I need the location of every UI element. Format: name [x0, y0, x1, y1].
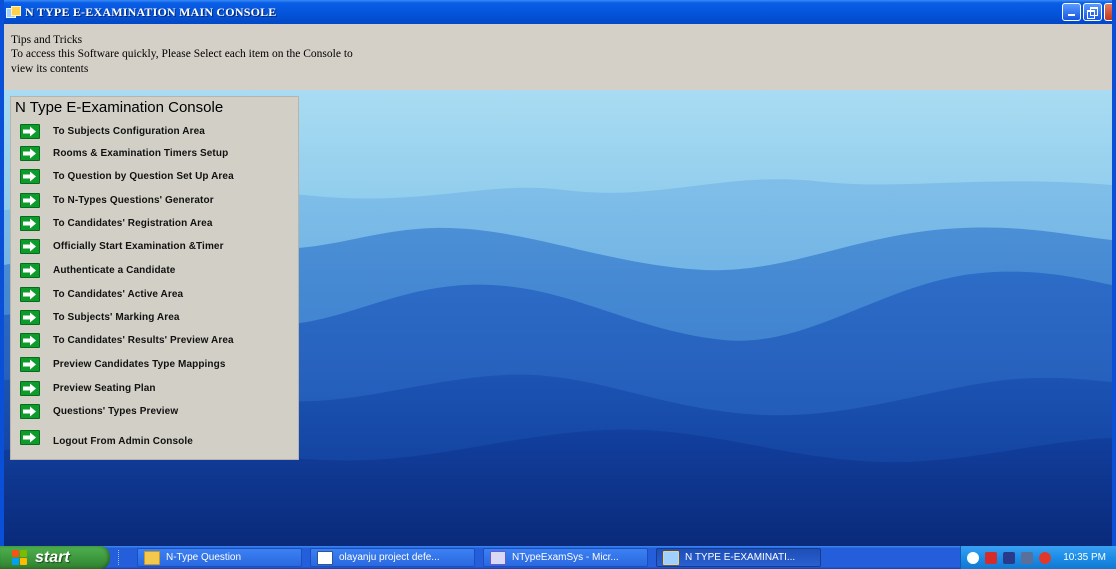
- minimize-button[interactable]: [1062, 3, 1081, 21]
- arrow-right-icon: [20, 215, 40, 231]
- taskbar-item-ntype-question-folder[interactable]: N-Type Question: [137, 548, 302, 567]
- menu-item-type-mappings-preview[interactable]: Preview Candidates Type Mappings: [20, 354, 226, 374]
- menu-item-label: To N-Types Questions' Generator: [53, 194, 214, 206]
- taskbar-item-label: NTypeExamSys - Micr...: [512, 552, 619, 563]
- arrow-right-icon: [20, 403, 40, 419]
- menu-item-label: To Candidates' Results' Preview Area: [53, 334, 234, 346]
- quicklaunch-separator: [118, 550, 122, 565]
- arrow-right-icon: [20, 429, 40, 445]
- app-window-icon: [6, 6, 21, 18]
- menu-item-label: To Candidates' Active Area: [53, 288, 184, 300]
- window-titlebar[interactable]: N TYPE E-EXAMINATION MAIN CONSOLE: [4, 0, 1112, 24]
- taskbar-item-ntype-console[interactable]: N TYPE E-EXAMINATI...: [656, 548, 821, 567]
- menu-item-candidates-registration[interactable]: To Candidates' Registration Area: [20, 213, 213, 233]
- menu-item-label: Logout From Admin Console: [53, 435, 193, 447]
- arrow-right-icon: [20, 380, 40, 396]
- menu-item-start-examination[interactable]: Officially Start Examination &Timer: [20, 236, 224, 256]
- close-button[interactable]: [1104, 3, 1112, 21]
- keyboard-language-icon[interactable]: [1003, 551, 1015, 564]
- menu-item-results-preview[interactable]: To Candidates' Results' Preview Area: [20, 330, 234, 350]
- arrow-right-icon: [20, 192, 40, 208]
- windows-flag-icon: [12, 549, 28, 566]
- menu-item-label: Rooms & Examination Timers Setup: [53, 147, 229, 159]
- menu-item-subjects-marking[interactable]: To Subjects' Marking Area: [20, 307, 180, 327]
- menu-item-label: Authenticate a Candidate: [53, 264, 176, 276]
- taskbar-item-word-document[interactable]: olayanju project defe...: [310, 548, 475, 567]
- taskbar-item-visual-studio[interactable]: NTypeExamSys - Micr...: [483, 548, 648, 567]
- tips-text-line1: To access this Software quickly, Please …: [11, 48, 353, 60]
- tips-heading: Tips and Tricks: [11, 34, 83, 46]
- taskbar: start N-Type Question olayanju project d…: [0, 546, 1116, 569]
- arrow-right-icon: [20, 145, 40, 161]
- show-hidden-icons-chevron-icon[interactable]: [967, 551, 979, 564]
- arrow-right-icon: [20, 262, 40, 278]
- menu-item-candidates-active-area[interactable]: To Candidates' Active Area: [20, 284, 183, 304]
- word-document-icon: [317, 550, 333, 565]
- menu-item-questions-generator[interactable]: To N-Types Questions' Generator: [20, 190, 214, 210]
- menu-item-authenticate-candidate[interactable]: Authenticate a Candidate: [20, 260, 175, 280]
- menu-item-rooms-timers-setup[interactable]: Rooms & Examination Timers Setup: [20, 143, 228, 163]
- menu-item-subjects-configuration[interactable]: To Subjects Configuration Area: [20, 121, 205, 141]
- tips-panel: Tips and Tricks To access this Software …: [4, 24, 1112, 90]
- folder-icon: [144, 550, 160, 565]
- taskbar-clock[interactable]: 10:35 PM: [1063, 552, 1106, 563]
- menu-item-question-types-preview[interactable]: Questions' Types Preview: [20, 401, 178, 421]
- menu-item-label: Preview Candidates Type Mappings: [53, 358, 226, 370]
- arrow-right-icon: [20, 286, 40, 302]
- antivirus-icon[interactable]: [985, 551, 997, 564]
- menu-item-label: To Question by Question Set Up Area: [53, 170, 234, 182]
- visual-studio-icon: [490, 550, 506, 565]
- taskbar-item-label: N-Type Question: [166, 552, 242, 563]
- arrow-right-icon: [20, 332, 40, 348]
- network-icon[interactable]: [1021, 551, 1033, 564]
- taskbar-item-label: olayanju project defe...: [339, 552, 440, 563]
- menu-item-label: Preview Seating Plan: [53, 382, 156, 394]
- arrow-right-icon: [20, 356, 40, 372]
- tips-text-line2: view its contents: [11, 63, 89, 75]
- main-console-window: N TYPE E-EXAMINATION MAIN CONSOLE Tips a…: [0, 0, 1116, 546]
- menu-item-label: Questions' Types Preview: [53, 405, 179, 417]
- taskbar-item-label: N TYPE E-EXAMINATI...: [685, 552, 796, 563]
- app-window-icon: [663, 550, 679, 565]
- menu-item-question-setup[interactable]: To Question by Question Set Up Area: [20, 166, 234, 186]
- security-alert-icon[interactable]: [1039, 551, 1051, 564]
- window-title: N TYPE E-EXAMINATION MAIN CONSOLE: [25, 4, 277, 19]
- start-label: start: [35, 548, 70, 566]
- admin-console-panel: N Type E-Examination Console To Subjects…: [10, 96, 299, 460]
- menu-item-seating-plan-preview[interactable]: Preview Seating Plan: [20, 378, 156, 398]
- menu-item-label: Officially Start Examination &Timer: [53, 240, 224, 252]
- restore-button[interactable]: [1083, 3, 1102, 21]
- menu-item-logout[interactable]: Logout From Admin Console: [20, 427, 193, 447]
- system-tray: 10:35 PM: [960, 546, 1116, 569]
- menu-item-label: To Candidates' Registration Area: [53, 217, 213, 229]
- arrow-right-icon: [20, 168, 40, 184]
- console-title: N Type E-Examination Console: [15, 99, 224, 116]
- arrow-right-icon: [20, 309, 40, 325]
- arrow-right-icon: [20, 238, 40, 254]
- menu-item-label: To Subjects' Marking Area: [53, 311, 180, 323]
- menu-item-label: To Subjects Configuration Area: [53, 125, 205, 137]
- start-button[interactable]: start: [0, 546, 110, 569]
- arrow-right-icon: [20, 123, 40, 139]
